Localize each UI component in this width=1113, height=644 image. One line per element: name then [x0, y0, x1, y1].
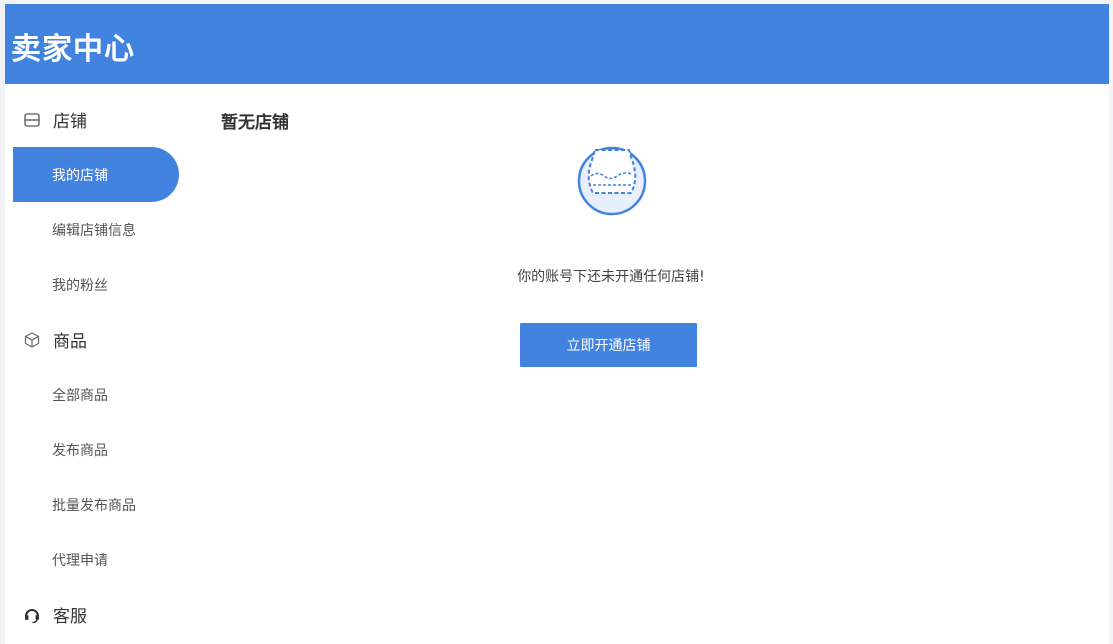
- sidebar-item-agent-application[interactable]: 代理申请: [13, 532, 183, 587]
- open-store-button[interactable]: 立即开通店铺: [520, 323, 697, 367]
- sidebar-group-customer-service[interactable]: 客服: [13, 587, 183, 642]
- sidebar-group-store[interactable]: 店铺: [13, 92, 183, 147]
- sidebar-item-all-products[interactable]: 全部商品: [13, 367, 183, 422]
- top-header: 卖家中心: [5, 4, 1109, 84]
- headset-icon: [23, 606, 41, 624]
- sidebar-group-label: 客服: [53, 607, 87, 627]
- cube-icon: [23, 331, 41, 349]
- sidebar-group-label: 商品: [53, 332, 87, 352]
- sidebar-group-products[interactable]: 商品: [13, 312, 183, 367]
- sidebar-item-bulk-publish[interactable]: 批量发布商品: [13, 477, 183, 532]
- empty-box-icon: [569, 138, 655, 224]
- page-title: 暂无店铺: [221, 113, 289, 133]
- empty-state-message: 你的账号下还未开通任何店铺!: [517, 269, 705, 285]
- main-content: 暂无店铺 你的账号下还未开通任何店铺! 立即开通店铺: [221, 96, 1109, 644]
- app-frame: 卖家中心 店铺 我的店铺 编辑店铺信息 我的粉丝 商品 全部商品 发布商品 批量…: [5, 4, 1109, 644]
- sidebar-item-edit-store-info[interactable]: 编辑店铺信息: [13, 202, 183, 257]
- sidebar-item-my-fans[interactable]: 我的粉丝: [13, 257, 183, 312]
- sidebar-item-my-store[interactable]: 我的店铺: [13, 147, 179, 202]
- sidebar-item-publish-product[interactable]: 发布商品: [13, 422, 183, 477]
- sidebar-group-label: 店铺: [53, 112, 87, 132]
- store-icon: [23, 111, 41, 129]
- sidebar: 店铺 我的店铺 编辑店铺信息 我的粉丝 商品 全部商品 发布商品 批量发布商品 …: [13, 92, 183, 642]
- app-title: 卖家中心: [11, 32, 135, 67]
